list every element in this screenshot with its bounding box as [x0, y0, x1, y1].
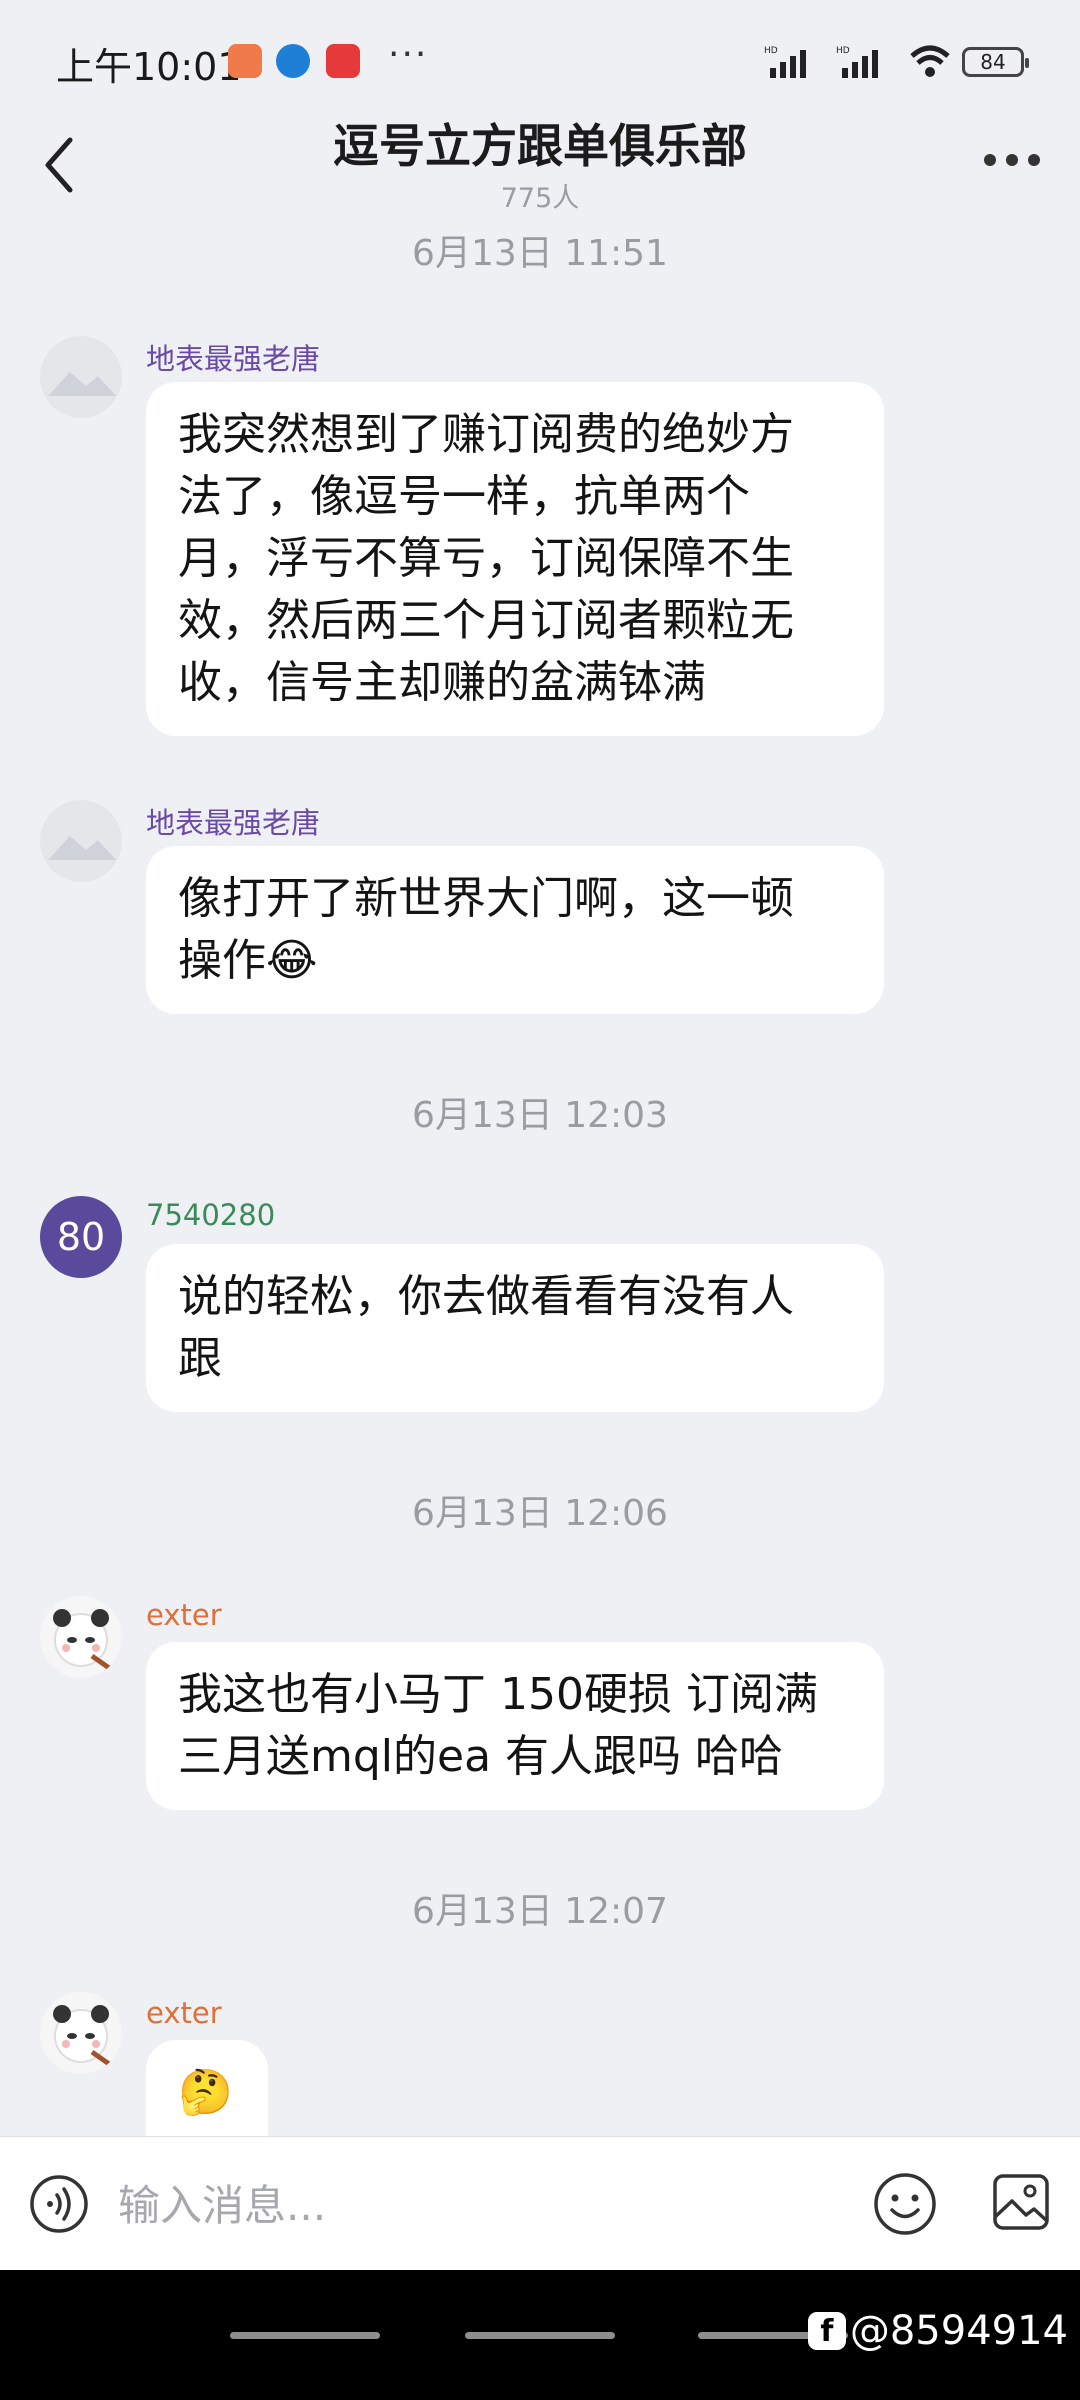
avatar[interactable]: [40, 1992, 122, 2074]
message-timestamp: 6月13日 12:07: [412, 1891, 668, 1932]
message-input[interactable]: [118, 2175, 838, 2235]
facebook-icon: f: [807, 2312, 846, 2350]
message-line: 像打开了新世界大门啊，这一顿: [178, 873, 794, 924]
chat-title: 逗号立方跟单俱乐部: [333, 119, 747, 173]
cellular-signal-icon: HD: [764, 46, 806, 78]
message-timestamp: 6月13日 11:51: [412, 233, 668, 274]
wifi-icon: [910, 45, 950, 77]
placeholder-avatar-icon: [48, 836, 116, 860]
nav-handle[interactable]: [465, 2332, 615, 2339]
message-line: 效，然后两三个月订阅者颗粒无: [178, 595, 794, 646]
message-line: 说的轻松，你去做看看有没有人: [178, 1271, 794, 1322]
avatar[interactable]: [40, 1596, 122, 1678]
emoji-icon[interactable]: [872, 2171, 938, 2237]
message-timestamp: 6月13日 12:03: [412, 1095, 668, 1136]
panda-avatar-icon: [53, 2005, 114, 2069]
image-picker-icon[interactable]: [990, 2171, 1052, 2233]
sender-name[interactable]: 7540280: [146, 1198, 275, 1232]
app-notification-icon-2: [276, 44, 310, 78]
message-line: 我突然想到了赚订阅费的绝妙方: [178, 409, 794, 460]
sender-name[interactable]: 地表最强老唐: [146, 800, 320, 842]
message-line: 三月送mql的ea 有人跟吗 哈哈: [178, 1731, 784, 1782]
panda-avatar-icon: [53, 1609, 114, 1673]
message-line: 月，浮亏不算亏，订阅保障不生: [178, 533, 794, 584]
watermark: f @8594914: [807, 2308, 1068, 2354]
nav-handle[interactable]: [230, 2332, 380, 2339]
cellular-signal-2-icon: HD: [836, 46, 878, 78]
sender-name[interactable]: exter: [146, 1996, 222, 2030]
message-line: 跟: [178, 1333, 222, 1384]
more-notifications-icon: ···: [388, 34, 429, 75]
battery-icon: 84: [962, 47, 1029, 77]
message-line: 收，信号主却赚的盆满钵满: [178, 657, 706, 708]
app-notification-icon-1: [228, 44, 262, 78]
message-bubble[interactable]: 🤔: [146, 2040, 268, 2136]
member-count: 775人: [500, 183, 580, 214]
avatar[interactable]: [40, 800, 122, 882]
sender-name[interactable]: 地表最强老唐: [146, 336, 320, 378]
message-line: 我这也有小马丁 150硬损 订阅满: [178, 1669, 818, 1720]
message-bubble[interactable]: 我这也有小马丁 150硬损 订阅满 三月送mql的ea 有人跟吗 哈哈: [146, 1642, 884, 1810]
message-line: 操作😂: [178, 935, 318, 986]
message-bubble[interactable]: 说的轻松，你去做看看有没有人 跟: [146, 1244, 884, 1412]
message-timestamp: 6月13日 12:06: [412, 1493, 668, 1534]
avatar[interactable]: 80: [40, 1196, 122, 1278]
svg-text:HD: HD: [836, 46, 850, 56]
status-time: 上午10:01: [56, 45, 242, 89]
svg-text:HD: HD: [764, 46, 778, 56]
message-line: 🤔: [178, 2067, 233, 2118]
app-notification-icon-3: [326, 44, 360, 78]
system-navigation-bar: f @8594914: [0, 2270, 1080, 2400]
message-bubble[interactable]: 我突然想到了赚订阅费的绝妙方 法了，像逗号一样，抗单两个 月，浮亏不算亏，订阅保…: [146, 382, 884, 736]
avatar[interactable]: [40, 336, 122, 418]
watermark-text: @8594914: [849, 2308, 1068, 2354]
message-line: 法了，像逗号一样，抗单两个: [178, 471, 750, 522]
message-input-bar: [0, 2136, 1080, 2270]
message-bubble[interactable]: 像打开了新世界大门啊，这一顿 操作😂: [146, 846, 884, 1014]
more-options-icon[interactable]: [978, 140, 1046, 180]
chat-header: 逗号立方跟单俱乐部 775人: [0, 100, 1080, 230]
sender-name[interactable]: exter: [146, 1598, 222, 1632]
status-right-group: HD HD 84: [764, 40, 1029, 84]
placeholder-avatar-icon: [48, 372, 116, 396]
voice-input-icon[interactable]: [28, 2173, 90, 2235]
